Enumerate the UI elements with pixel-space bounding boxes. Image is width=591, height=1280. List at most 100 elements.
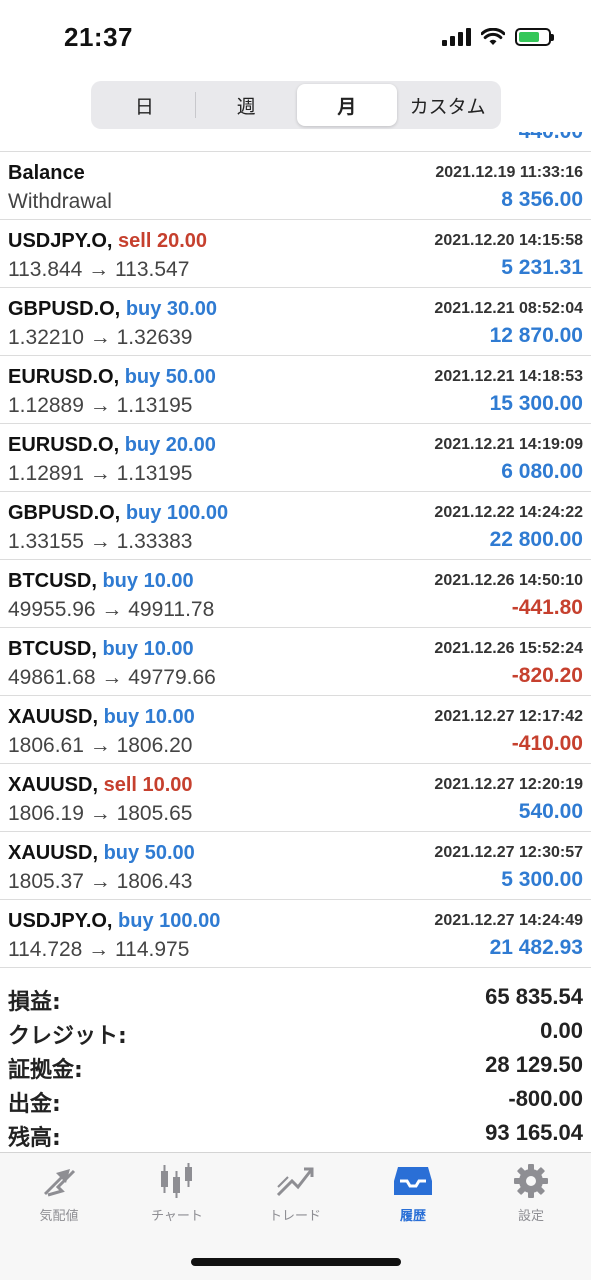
history-row[interactable]: BTCUSD, buy 10.00 2021.12.26 15:52:24 4986…	[0, 628, 591, 696]
cellular-signal-icon	[442, 28, 471, 46]
row-symbol: GBPUSD.O, buy 30.00	[8, 298, 217, 321]
row-profit: 540.00	[518, 800, 583, 823]
row-timestamp: 2021.12.19 11:33:16	[435, 164, 583, 181]
row-symbol: BTCUSD, buy 10.00	[8, 638, 194, 661]
trade-side: sell 10.00	[103, 774, 193, 796]
trade-side: sell 20.00	[118, 230, 208, 252]
row-symbol: USDJPY.O, sell 20.00	[8, 230, 207, 253]
history-row[interactable]: XAUUSD, sell 10.00 2021.12.27 12:20:19 180…	[0, 764, 591, 832]
history-row[interactable]: EURUSD.O, buy 20.00 2021.12.21 14:19:09 1.…	[0, 424, 591, 492]
trade-side: buy 30.00	[125, 298, 217, 320]
history-row[interactable]: USDJPY.O, sell 20.00 2021.12.20 14:15:58 1…	[0, 220, 591, 288]
tab-history[interactable]: 履歴	[354, 1163, 472, 1224]
symbol-text: XAUUSD,	[8, 842, 99, 864]
row-prices: 1.12891 → 1.13195	[8, 462, 193, 485]
row-timestamp: 2021.12.27 12:17:42	[434, 708, 583, 725]
summary-value: 93 165.04	[485, 1120, 583, 1145]
summary-value: 65 835.54	[485, 984, 583, 1009]
status-bar: 21:37	[0, 0, 591, 80]
status-icons	[442, 28, 554, 46]
tab-trade[interactable]: トレード	[236, 1163, 354, 1224]
row-prices: 49955.96 → 49911.78	[8, 598, 215, 621]
row-profit: -410.00	[511, 732, 583, 755]
row-prices: 1805.37 → 1806.43	[8, 870, 193, 893]
segment-week[interactable]: 週	[196, 84, 297, 126]
wifi-icon	[481, 28, 505, 45]
tab-chart[interactable]: チャート	[118, 1163, 236, 1224]
tab-settings[interactable]: 設定	[472, 1163, 590, 1224]
trade-side: buy 10.00	[102, 638, 194, 660]
row-timestamp: 2021.12.27 14:24:49	[434, 912, 583, 929]
tab-label: 履歴	[399, 1209, 426, 1224]
status-time: 21:37	[64, 22, 133, 52]
row-timestamp: 2021.12.27 12:30:57	[434, 844, 583, 861]
row-profit: 12 870.00	[489, 324, 583, 347]
row-symbol: GBPUSD.O, buy 100.00	[8, 502, 228, 525]
summary-profit-row: 損益: 65 835.54	[0, 982, 591, 1016]
summary-balance-row: 残高: 93 165.04	[0, 1118, 591, 1152]
history-row[interactable]: GBPUSD.O, buy 100.00 2021.12.22 14:24:22 1…	[0, 492, 591, 560]
history-row[interactable]: GBPUSD.O, buy 30.00 2021.12.21 08:52:04 1.…	[0, 288, 591, 356]
segment-month[interactable]: 月	[296, 84, 398, 126]
row-symbol: XAUUSD, sell 10.00	[8, 774, 193, 797]
segment-custom[interactable]: カスタム	[397, 84, 498, 126]
history-list-content: Withdrawal440.00Balance2021.12.19 11:33:…	[0, 132, 591, 968]
row-timestamp: 2021.12.26 14:50:10	[434, 572, 583, 589]
row-prices: 1.12889 → 1.13195	[8, 394, 193, 417]
summary-credit-row: クレジット: 0.00	[0, 1016, 591, 1050]
row-symbol: XAUUSD, buy 10.00	[8, 706, 195, 729]
battery-icon	[515, 28, 554, 46]
row-prices: Withdrawal	[8, 190, 112, 213]
trade-side: buy 50.00	[124, 366, 216, 388]
row-profit: -441.80	[511, 596, 583, 619]
tab-label: チャート	[151, 1209, 203, 1224]
trade-side: buy 20.00	[124, 434, 216, 456]
candlestick-chart-icon	[161, 1163, 192, 1198]
summary-value: 0.00	[540, 1018, 583, 1043]
summary-label: 出金:	[8, 1092, 61, 1117]
row-symbol: XAUUSD, buy 50.00	[8, 842, 195, 865]
summary-withdrawal-row: 出金: -800.00	[0, 1084, 591, 1118]
account-summary: 損益: 65 835.54 クレジット: 0.00 証拠金: 28 129.50…	[0, 982, 591, 1152]
history-row[interactable]: USDJPY.O, buy 100.00 2021.12.27 14:24:49 1…	[0, 900, 591, 968]
history-inbox-icon	[394, 1167, 432, 1195]
history-row[interactable]: BTCUSD, buy 10.00 2021.12.26 14:50:10 4995…	[0, 560, 591, 628]
row-profit: 15 300.00	[489, 392, 583, 415]
row-timestamp: 2021.12.21 08:52:04	[434, 300, 583, 317]
summary-label: 証拠金:	[8, 1058, 83, 1083]
summary-value: 28 129.50	[485, 1052, 583, 1077]
row-prices: 1.33155 → 1.33383	[8, 530, 193, 553]
history-list[interactable]: Withdrawal440.00Balance2021.12.19 11:33:…	[0, 132, 591, 972]
row-prices: 1.32210 → 1.32639	[8, 326, 193, 349]
summary-label: クレジット:	[8, 1024, 127, 1049]
row-timestamp: 2021.12.22 14:24:22	[434, 504, 583, 521]
row-symbol: Balance	[8, 162, 85, 185]
symbol-text: BTCUSD,	[8, 570, 97, 592]
row-timestamp: 2021.12.21 14:18:53	[434, 368, 583, 385]
symbol-text: GBPUSD.O,	[8, 502, 121, 524]
row-prices: 113.844 → 113.547	[8, 258, 190, 281]
row-profit: 440.00	[519, 132, 583, 144]
tab-quotes[interactable]: 気配値	[0, 1163, 118, 1224]
history-row[interactable]: XAUUSD, buy 10.00 2021.12.27 12:17:42 1806…	[0, 696, 591, 764]
history-row[interactable]: EURUSD.O, buy 50.00 2021.12.21 14:18:53 1.…	[0, 356, 591, 424]
symbol-text: XAUUSD,	[8, 774, 99, 796]
segment-day[interactable]: 日	[94, 84, 195, 126]
trade-trend-icon	[276, 1167, 314, 1197]
summary-value: -800.00	[508, 1086, 583, 1111]
row-symbol: EURUSD.O, buy 20.00	[8, 434, 216, 457]
row-timestamp: 2021.12.21 14:19:09	[434, 436, 583, 453]
symbol-text: EURUSD.O,	[8, 434, 120, 456]
summary-label: 残高:	[8, 1126, 61, 1151]
trade-side: buy 100.00	[125, 502, 229, 524]
home-indicator[interactable]	[191, 1258, 401, 1266]
tab-label: 気配値	[39, 1209, 79, 1224]
period-segmented-control: 日 週 月 カスタム	[91, 81, 501, 129]
history-row[interactable]: XAUUSD, buy 50.00 2021.12.27 12:30:57 1805…	[0, 832, 591, 900]
history-row[interactable]: Balance 2021.12.19 11:33:16 Withdrawal 8 35…	[0, 152, 591, 220]
history-row[interactable]: Withdrawal440.00	[0, 132, 591, 152]
row-profit: 8 356.00	[501, 188, 583, 211]
trade-side: buy 50.00	[103, 842, 195, 864]
row-profit: 22 800.00	[489, 528, 583, 551]
row-profit: 5 300.00	[501, 868, 583, 891]
